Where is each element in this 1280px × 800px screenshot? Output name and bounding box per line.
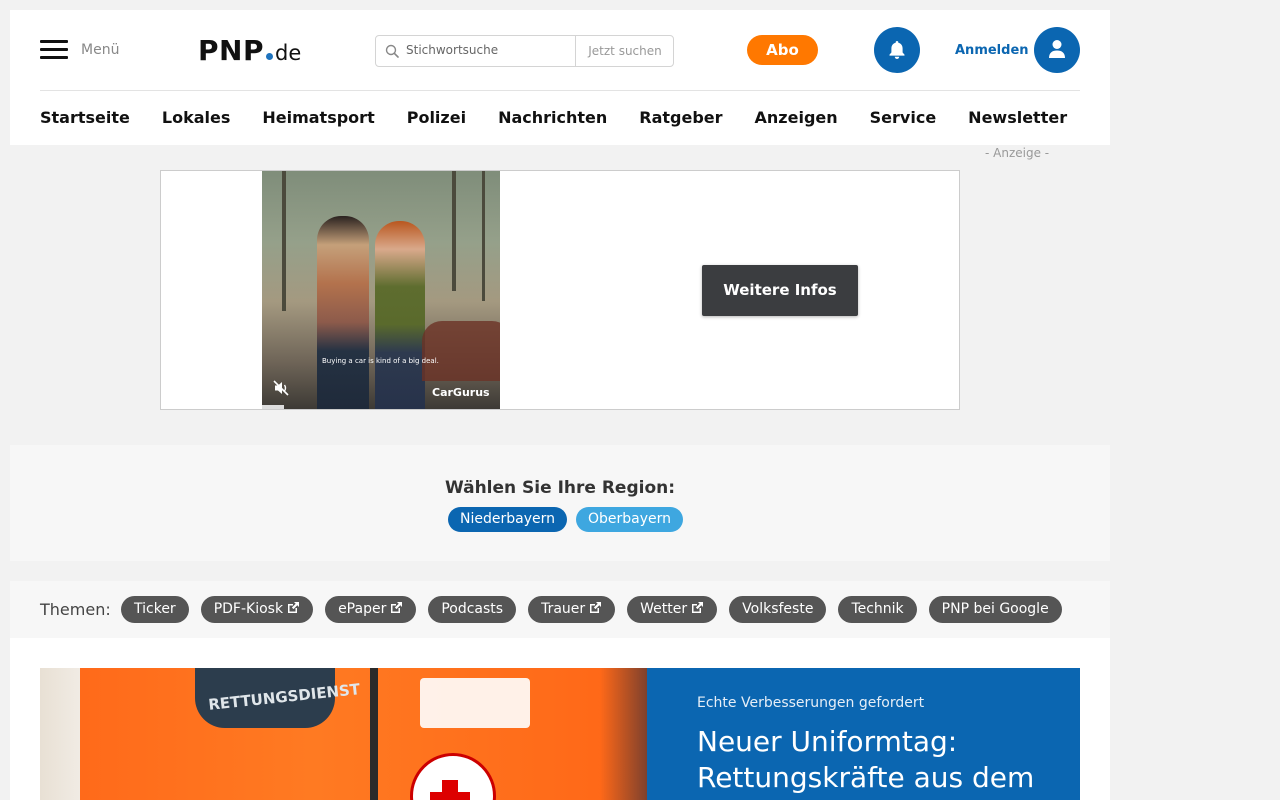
theme-label: Volksfeste — [742, 601, 814, 617]
nav-item-heimatsport[interactable]: Heimatsport — [262, 108, 374, 127]
abo-button[interactable]: Abo — [747, 35, 818, 65]
external-link-icon — [590, 602, 602, 613]
main-navigation: Startseite Lokales Heimatsport Polizei N… — [40, 108, 1099, 127]
ad-progress-bar — [262, 405, 284, 409]
ad-video[interactable]: Buying a car is kind of a big deal. CarG… — [262, 171, 500, 409]
teaser-text-panel[interactable]: Echte Verbesserungen gefordert Neuer Uni… — [647, 668, 1080, 800]
region-selector: Wählen Sie Ihre Region: Niederbayern Obe… — [10, 445, 1110, 561]
theme-wetter[interactable]: Wetter — [627, 596, 718, 623]
theme-volksfeste[interactable]: Volksfeste — [729, 596, 827, 623]
nav-item-polizei[interactable]: Polizei — [407, 108, 466, 127]
external-link-icon — [692, 602, 704, 613]
theme-label: Ticker — [134, 601, 176, 617]
nav-item-newsletter[interactable]: Newsletter — [968, 108, 1067, 127]
external-link-icon — [391, 602, 403, 613]
theme-technik[interactable]: Technik — [838, 596, 917, 623]
theme-trauer[interactable]: Trauer — [528, 596, 616, 623]
bell-icon — [889, 41, 905, 59]
nav-item-lokales[interactable]: Lokales — [162, 108, 230, 127]
notifications-button[interactable] — [874, 27, 920, 73]
logo-dot — [265, 53, 273, 60]
ad-person-figure — [375, 221, 425, 409]
search-button[interactable]: Jetzt suchen — [575, 36, 674, 66]
theme-label: PNP bei Google — [941, 601, 1049, 617]
region-options: Niederbayern Oberbayern — [448, 507, 692, 532]
login-link[interactable]: Anmelden — [955, 43, 1029, 58]
search-bar: Jetzt suchen — [375, 35, 674, 67]
themes-label: Themen: — [40, 600, 111, 619]
theme-pdf-kiosk[interactable]: PDF-Kiosk — [200, 596, 314, 623]
ad-caption: Buying a car is kind of a big deal. — [322, 357, 439, 365]
themes-list: Ticker PDF-Kiosk ePaper Podcasts Trauer … — [121, 596, 1074, 623]
user-account-button[interactable] — [1034, 27, 1080, 73]
region-niederbayern-button[interactable]: Niederbayern — [448, 507, 567, 532]
ad-car-figure — [422, 321, 500, 381]
region-title: Wählen Sie Ihre Region: — [444, 478, 676, 498]
teaser-headline[interactable]: Neuer Uniformtag: Rettungskräfte aus dem — [697, 724, 1067, 796]
theme-label: Technik — [851, 601, 904, 617]
external-link-icon — [288, 602, 300, 613]
ad-more-info-button[interactable]: Weitere Infos — [702, 265, 858, 316]
theme-podcasts[interactable]: Podcasts — [428, 596, 517, 623]
ad-banner[interactable]: Buying a car is kind of a big deal. CarG… — [160, 170, 960, 410]
header-divider — [40, 90, 1080, 91]
site-logo[interactable]: PNP de — [198, 34, 301, 67]
theme-label: Podcasts — [441, 601, 504, 617]
nav-item-startseite[interactable]: Startseite — [40, 108, 130, 127]
mute-icon[interactable] — [272, 379, 290, 397]
theme-label: PDF-Kiosk — [213, 601, 284, 617]
search-icon — [385, 44, 399, 58]
logo-main: PNP — [198, 34, 264, 67]
themes-bar: Themen: Ticker PDF-Kiosk ePaper Podcasts… — [10, 581, 1110, 638]
hamburger-icon[interactable] — [40, 40, 68, 60]
theme-pnp-bei-google[interactable]: PNP bei Google — [928, 596, 1062, 623]
ad-label: - Anzeige - — [985, 146, 1050, 160]
nav-item-ratgeber[interactable]: Ratgeber — [639, 108, 722, 127]
logo-suffix: de — [274, 41, 302, 65]
theme-label: ePaper — [338, 601, 387, 617]
theme-label: Trauer — [541, 601, 586, 617]
teaser-kicker: Echte Verbesserungen gefordert — [697, 695, 925, 711]
nav-item-service[interactable]: Service — [870, 108, 937, 127]
region-oberbayern-button[interactable]: Oberbayern — [575, 507, 684, 532]
user-icon — [1049, 40, 1065, 58]
search-input[interactable] — [406, 36, 571, 64]
theme-ticker[interactable]: Ticker — [121, 596, 189, 623]
theme-label: Wetter — [640, 601, 688, 617]
site-header: Menü PNP de Jetzt suchen Abo Anmelden Sta… — [10, 10, 1110, 145]
ad-brand-logo: CarGurus — [432, 386, 490, 399]
nav-item-anzeigen[interactable]: Anzeigen — [755, 108, 838, 127]
theme-epaper[interactable]: ePaper — [325, 596, 417, 623]
nav-item-nachrichten[interactable]: Nachrichten — [498, 108, 607, 127]
teaser-image[interactable]: RETTUNGSDIENST — [40, 668, 647, 800]
ad-person-figure — [317, 216, 369, 409]
menu-label[interactable]: Menü — [81, 42, 119, 58]
